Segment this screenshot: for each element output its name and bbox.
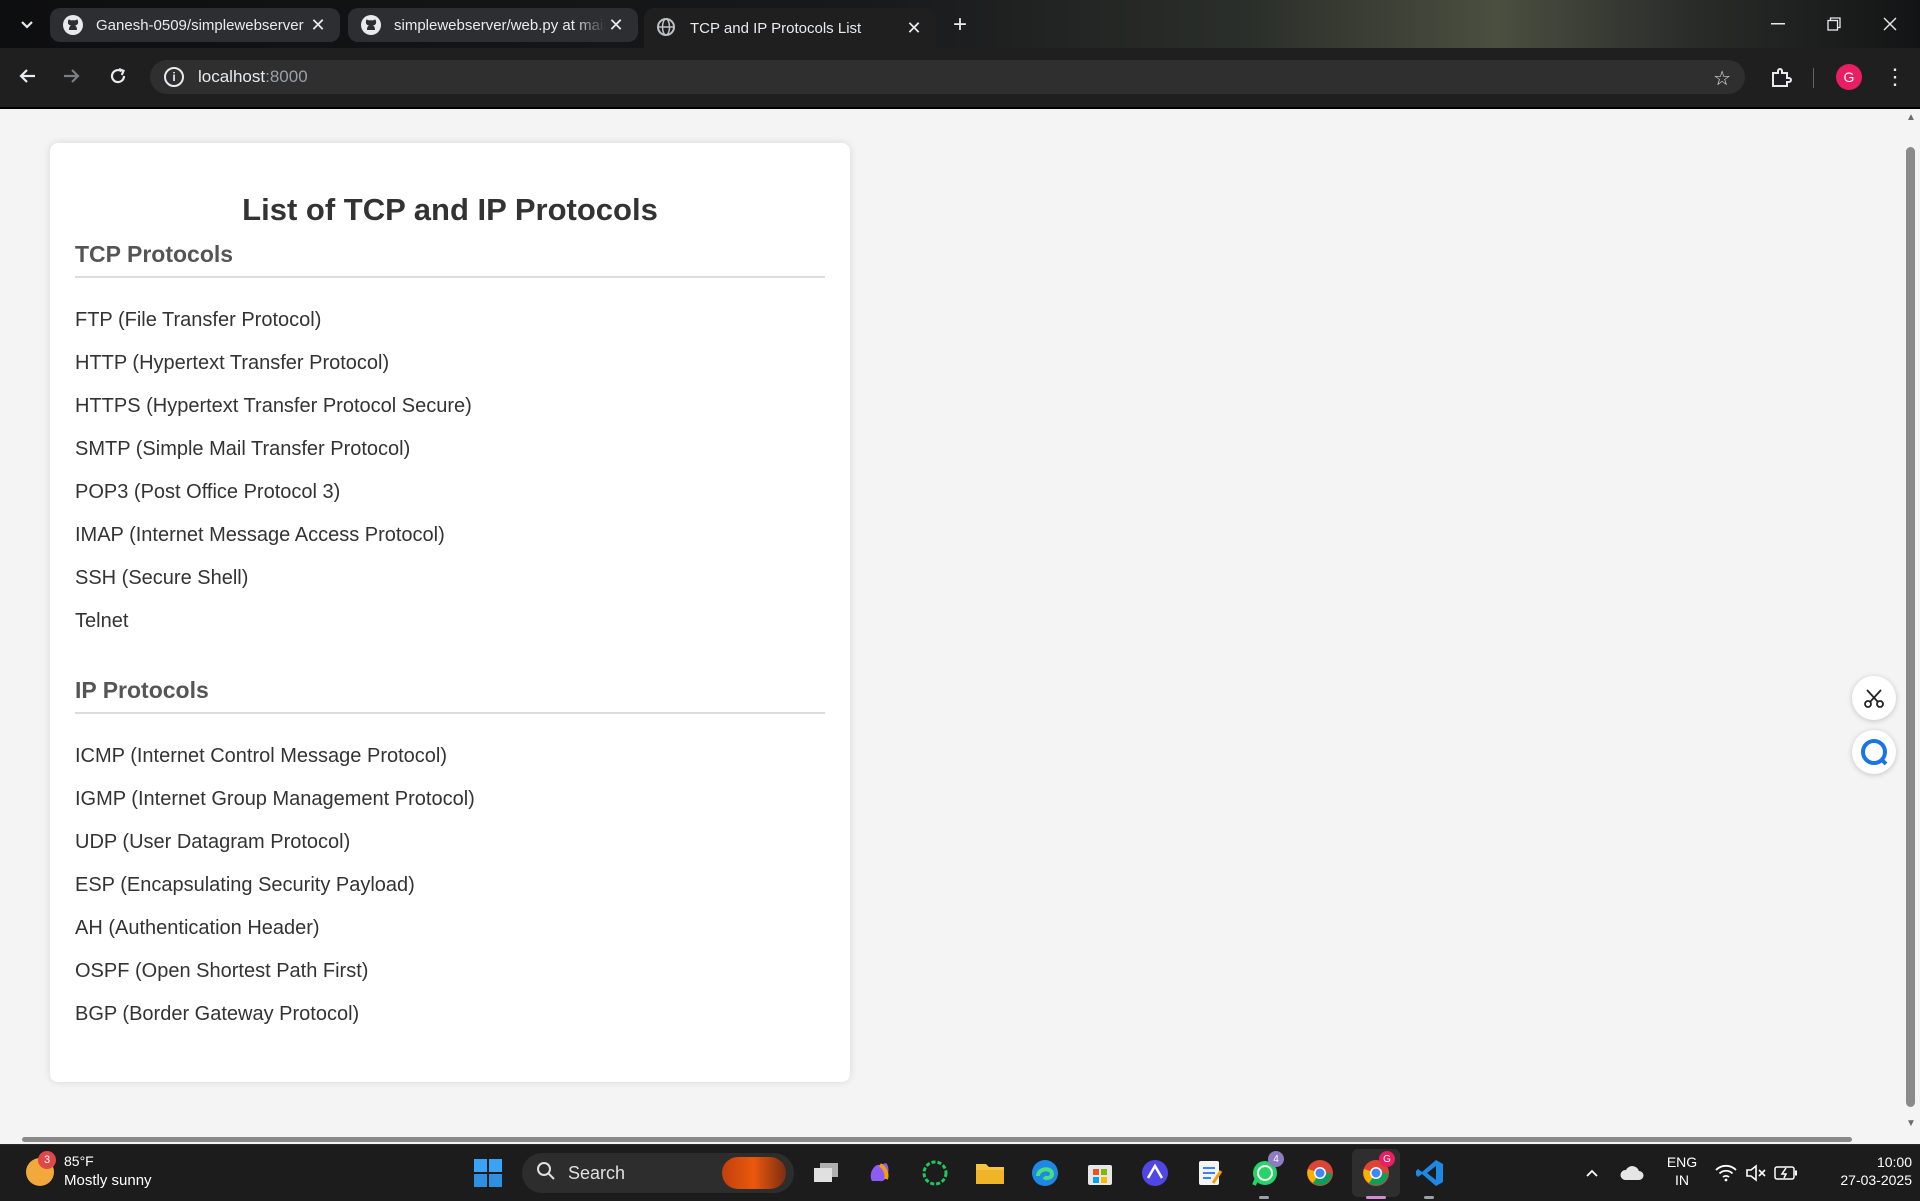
reload-icon[interactable] xyxy=(100,58,136,94)
bookmark-star-icon[interactable]: ☆ xyxy=(1713,66,1731,91)
arc-app-icon[interactable] xyxy=(1137,1155,1173,1191)
list-item: Telnet xyxy=(75,610,129,632)
url-host: localhost xyxy=(198,67,266,86)
toolbar-divider xyxy=(1813,68,1814,88)
list-item: IMAP (Internet Message Access Protocol) xyxy=(75,524,445,546)
chevron-up-icon[interactable] xyxy=(1574,1155,1610,1191)
tab-github-file[interactable]: simplewebserver/web.py at main ✕ xyxy=(348,8,638,42)
chrome-icon[interactable] xyxy=(1302,1155,1338,1191)
language-code: ENG xyxy=(1666,1154,1698,1170)
whatsapp-badge: 4 xyxy=(1268,1151,1284,1167)
scrollbar-thumb[interactable] xyxy=(22,1137,1852,1142)
github-icon xyxy=(62,14,84,36)
search-icon xyxy=(536,1161,556,1186)
weather-temperature[interactable]: 85°F xyxy=(64,1153,94,1169)
list-item: OSPF (Open Shortest Path First) xyxy=(75,960,369,982)
github-icon xyxy=(360,14,382,36)
scroll-down-arrow-icon[interactable]: ▼ xyxy=(1905,1119,1917,1129)
page-title: List of TCP and IP Protocols xyxy=(242,192,658,227)
clock-time: 10:00 xyxy=(1876,1154,1912,1170)
scroll-up-arrow-icon[interactable]: ▲ xyxy=(1905,113,1917,123)
weather-description[interactable]: Mostly sunny xyxy=(64,1172,152,1189)
extensions-puzzle-icon[interactable] xyxy=(1764,60,1798,94)
battery-charging-icon[interactable] xyxy=(1768,1155,1804,1191)
list-item: ICMP (Internet Control Message Protocol) xyxy=(75,745,448,767)
tab-github-repo[interactable]: Ganesh-0509/simplewebserver ✕ xyxy=(50,8,340,42)
copilot-icon[interactable] xyxy=(862,1155,898,1191)
protocols-card: List of TCP and IP Protocols TCP Protoco… xyxy=(50,143,850,1082)
scissors-icon[interactable] xyxy=(1852,676,1896,720)
windows-taskbar: 3 85°F Mostly sunny Search 4 G ENG IN 10… xyxy=(0,1144,1920,1201)
list-item: HTTP (Hypertext Transfer Protocol) xyxy=(75,352,390,374)
list-item: SSH (Secure Shell) xyxy=(75,567,249,589)
scrollbar-thumb[interactable] xyxy=(1906,147,1915,1107)
list-item: SMTP (Simple Mail Transfer Protocol) xyxy=(75,438,411,460)
microsoft-store-icon[interactable] xyxy=(1082,1155,1118,1191)
tab-close-icon[interactable]: ✕ xyxy=(308,15,328,35)
file-explorer-icon[interactable] xyxy=(972,1155,1008,1191)
list-item: HTTPS (Hypertext Transfer Protocol Secur… xyxy=(75,395,472,417)
tab-title: TCP and IP Protocols List xyxy=(690,19,862,37)
vertical-scrollbar[interactable]: ▲ ▼ xyxy=(1902,109,1920,1136)
vscode-icon[interactable] xyxy=(1412,1155,1448,1191)
running-indicator xyxy=(1424,1196,1434,1199)
list-item: AH (Authentication Header) xyxy=(75,917,320,939)
tab-search-chevron-icon[interactable] xyxy=(12,10,42,40)
browser-tab-strip: Ganesh-0509/simplewebserver ✕ simplewebs… xyxy=(0,0,1920,50)
minimize-icon[interactable] xyxy=(1750,0,1806,48)
list-item: BGP (Border Gateway Protocol) xyxy=(75,1003,360,1025)
tab-protocols-list[interactable]: TCP and IP Protocols List ✕ xyxy=(644,8,936,48)
edge-browser-icon[interactable] xyxy=(1027,1155,1063,1191)
profile-avatar[interactable]: G xyxy=(1836,64,1862,90)
browser-toolbar: i localhost :8000 ☆ G ⋮ xyxy=(0,48,1920,109)
list-item: ESP (Encapsulating Security Payload) xyxy=(75,874,415,896)
restore-icon[interactable] xyxy=(1806,0,1862,48)
notepad-icon[interactable] xyxy=(1192,1155,1228,1191)
forward-arrow-icon[interactable] xyxy=(54,58,90,94)
back-arrow-icon[interactable] xyxy=(9,58,45,94)
list-item: FTP (File Transfer Protocol) xyxy=(75,309,322,331)
tcp-protocol-list: FTP (File Transfer Protocol) HTTP (Hyper… xyxy=(75,307,825,651)
ip-section-heading: IP Protocols xyxy=(75,675,825,714)
site-info-icon[interactable]: i xyxy=(164,67,184,87)
chat-assistant-icon[interactable] xyxy=(1852,730,1896,774)
search-highlight-image xyxy=(722,1157,786,1189)
clock[interactable]: 10:00 27-03-2025 xyxy=(1810,1153,1912,1189)
globe-icon xyxy=(656,17,678,39)
task-view-icon[interactable] xyxy=(808,1155,844,1191)
ring-app-icon[interactable] xyxy=(917,1155,953,1191)
tab-title: simplewebserver/web.py at main xyxy=(394,16,606,34)
tcp-section-heading: TCP Protocols xyxy=(75,239,825,278)
horizontal-scrollbar[interactable] xyxy=(0,1136,1902,1144)
weather-badge: 3 xyxy=(38,1151,56,1169)
tab-close-icon[interactable]: ✕ xyxy=(904,18,924,38)
clock-date: 27-03-2025 xyxy=(1840,1172,1912,1188)
taskbar-search[interactable]: Search xyxy=(522,1153,794,1193)
list-item: POP3 (Post Office Protocol 3) xyxy=(75,481,341,503)
running-indicator xyxy=(1259,1196,1269,1199)
tab-title: Ganesh-0509/simplewebserver xyxy=(96,16,304,34)
chrome-profile-badge: G xyxy=(1379,1151,1395,1167)
list-item: UDP (User Datagram Protocol) xyxy=(75,831,351,853)
kebab-menu-icon[interactable]: ⋮ xyxy=(1880,60,1910,94)
url-port: :8000 xyxy=(265,67,308,86)
search-label: Search xyxy=(568,1162,626,1183)
list-item: IGMP (Internet Group Management Protocol… xyxy=(75,788,475,810)
active-indicator xyxy=(1366,1196,1386,1199)
onedrive-cloud-icon[interactable] xyxy=(1614,1155,1650,1191)
tab-close-icon[interactable]: ✕ xyxy=(606,15,626,35)
new-tab-plus-icon[interactable]: + xyxy=(942,8,978,42)
close-window-icon[interactable] xyxy=(1862,0,1918,48)
windows-start-icon[interactable] xyxy=(470,1155,506,1191)
region-code: IN xyxy=(1675,1172,1689,1188)
language-indicator[interactable]: ENG IN xyxy=(1660,1153,1704,1189)
address-bar[interactable]: i localhost :8000 ☆ xyxy=(150,60,1745,94)
ip-protocol-list: ICMP (Internet Control Message Protocol)… xyxy=(75,743,825,1044)
